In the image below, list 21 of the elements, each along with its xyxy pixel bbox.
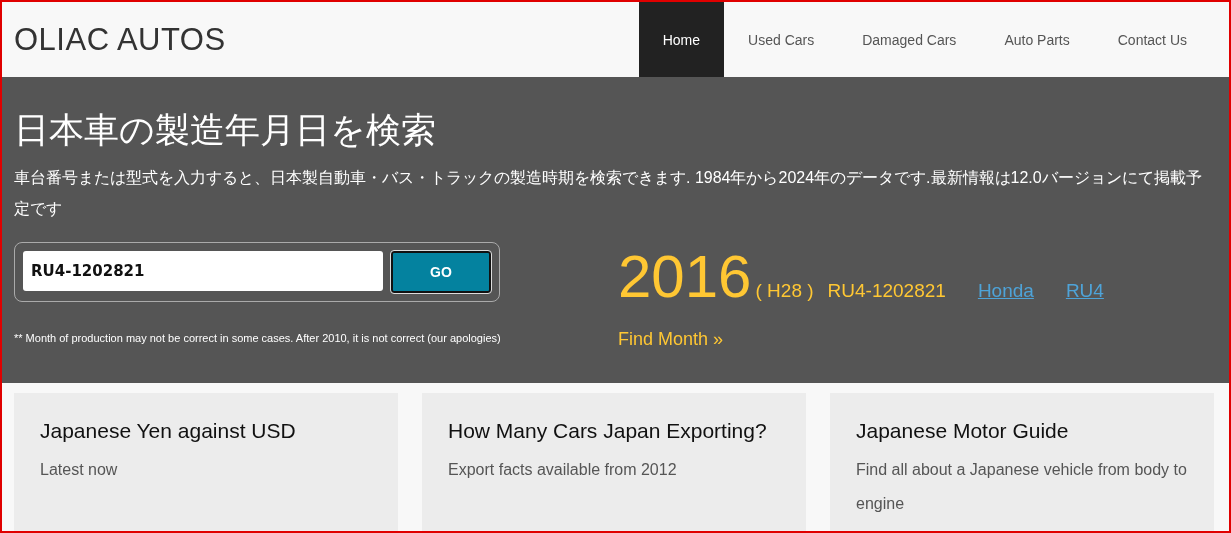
card-title: Japanese Motor Guide — [856, 419, 1070, 443]
site-logo[interactable]: OLIAC AUTOS — [14, 21, 226, 58]
chassis-number: RU4-1202821 — [827, 280, 946, 302]
era-label: ( H28 ) — [755, 280, 814, 302]
nav-link[interactable]: Auto Parts — [980, 2, 1094, 77]
description: 車台番号または型式を入力すると、日本製自動車・バス・トラックの製造時期を検索できます. 1984年から2024年のデータです.最新情報は12.0バージョンにて掲載予定です — [14, 168, 1203, 219]
disclaimer-note: ** Month of production may not be correct in some cases. After 2010, it is not correct (our apologies) — [14, 332, 502, 344]
card-subtitle: Find all about a Japanese vehicle from body to engine — [856, 460, 1188, 514]
nav-link[interactable]: Home — [638, 2, 725, 77]
card-subtitle: Latest now — [40, 460, 119, 480]
find-month-link[interactable]: Find Month » — [618, 329, 1104, 350]
result-year: 2016 — [618, 242, 752, 311]
go-button[interactable]: GO — [391, 251, 491, 293]
nav-link[interactable]: Used Cars — [724, 2, 839, 77]
nav-link[interactable]: Damaged Cars — [838, 2, 981, 77]
card-subtitle: Export facts available from 2012 — [448, 460, 678, 480]
page-title: 日本車の製造年月日を検索 — [14, 109, 437, 151]
search-field[interactable]: RU4-1202821 — [23, 251, 383, 291]
nav-link[interactable]: Contact Us — [1093, 2, 1211, 77]
card-title: Japanese Yen against USD — [40, 419, 297, 443]
card-title: How Many Cars Japan Exporting? — [448, 419, 768, 443]
